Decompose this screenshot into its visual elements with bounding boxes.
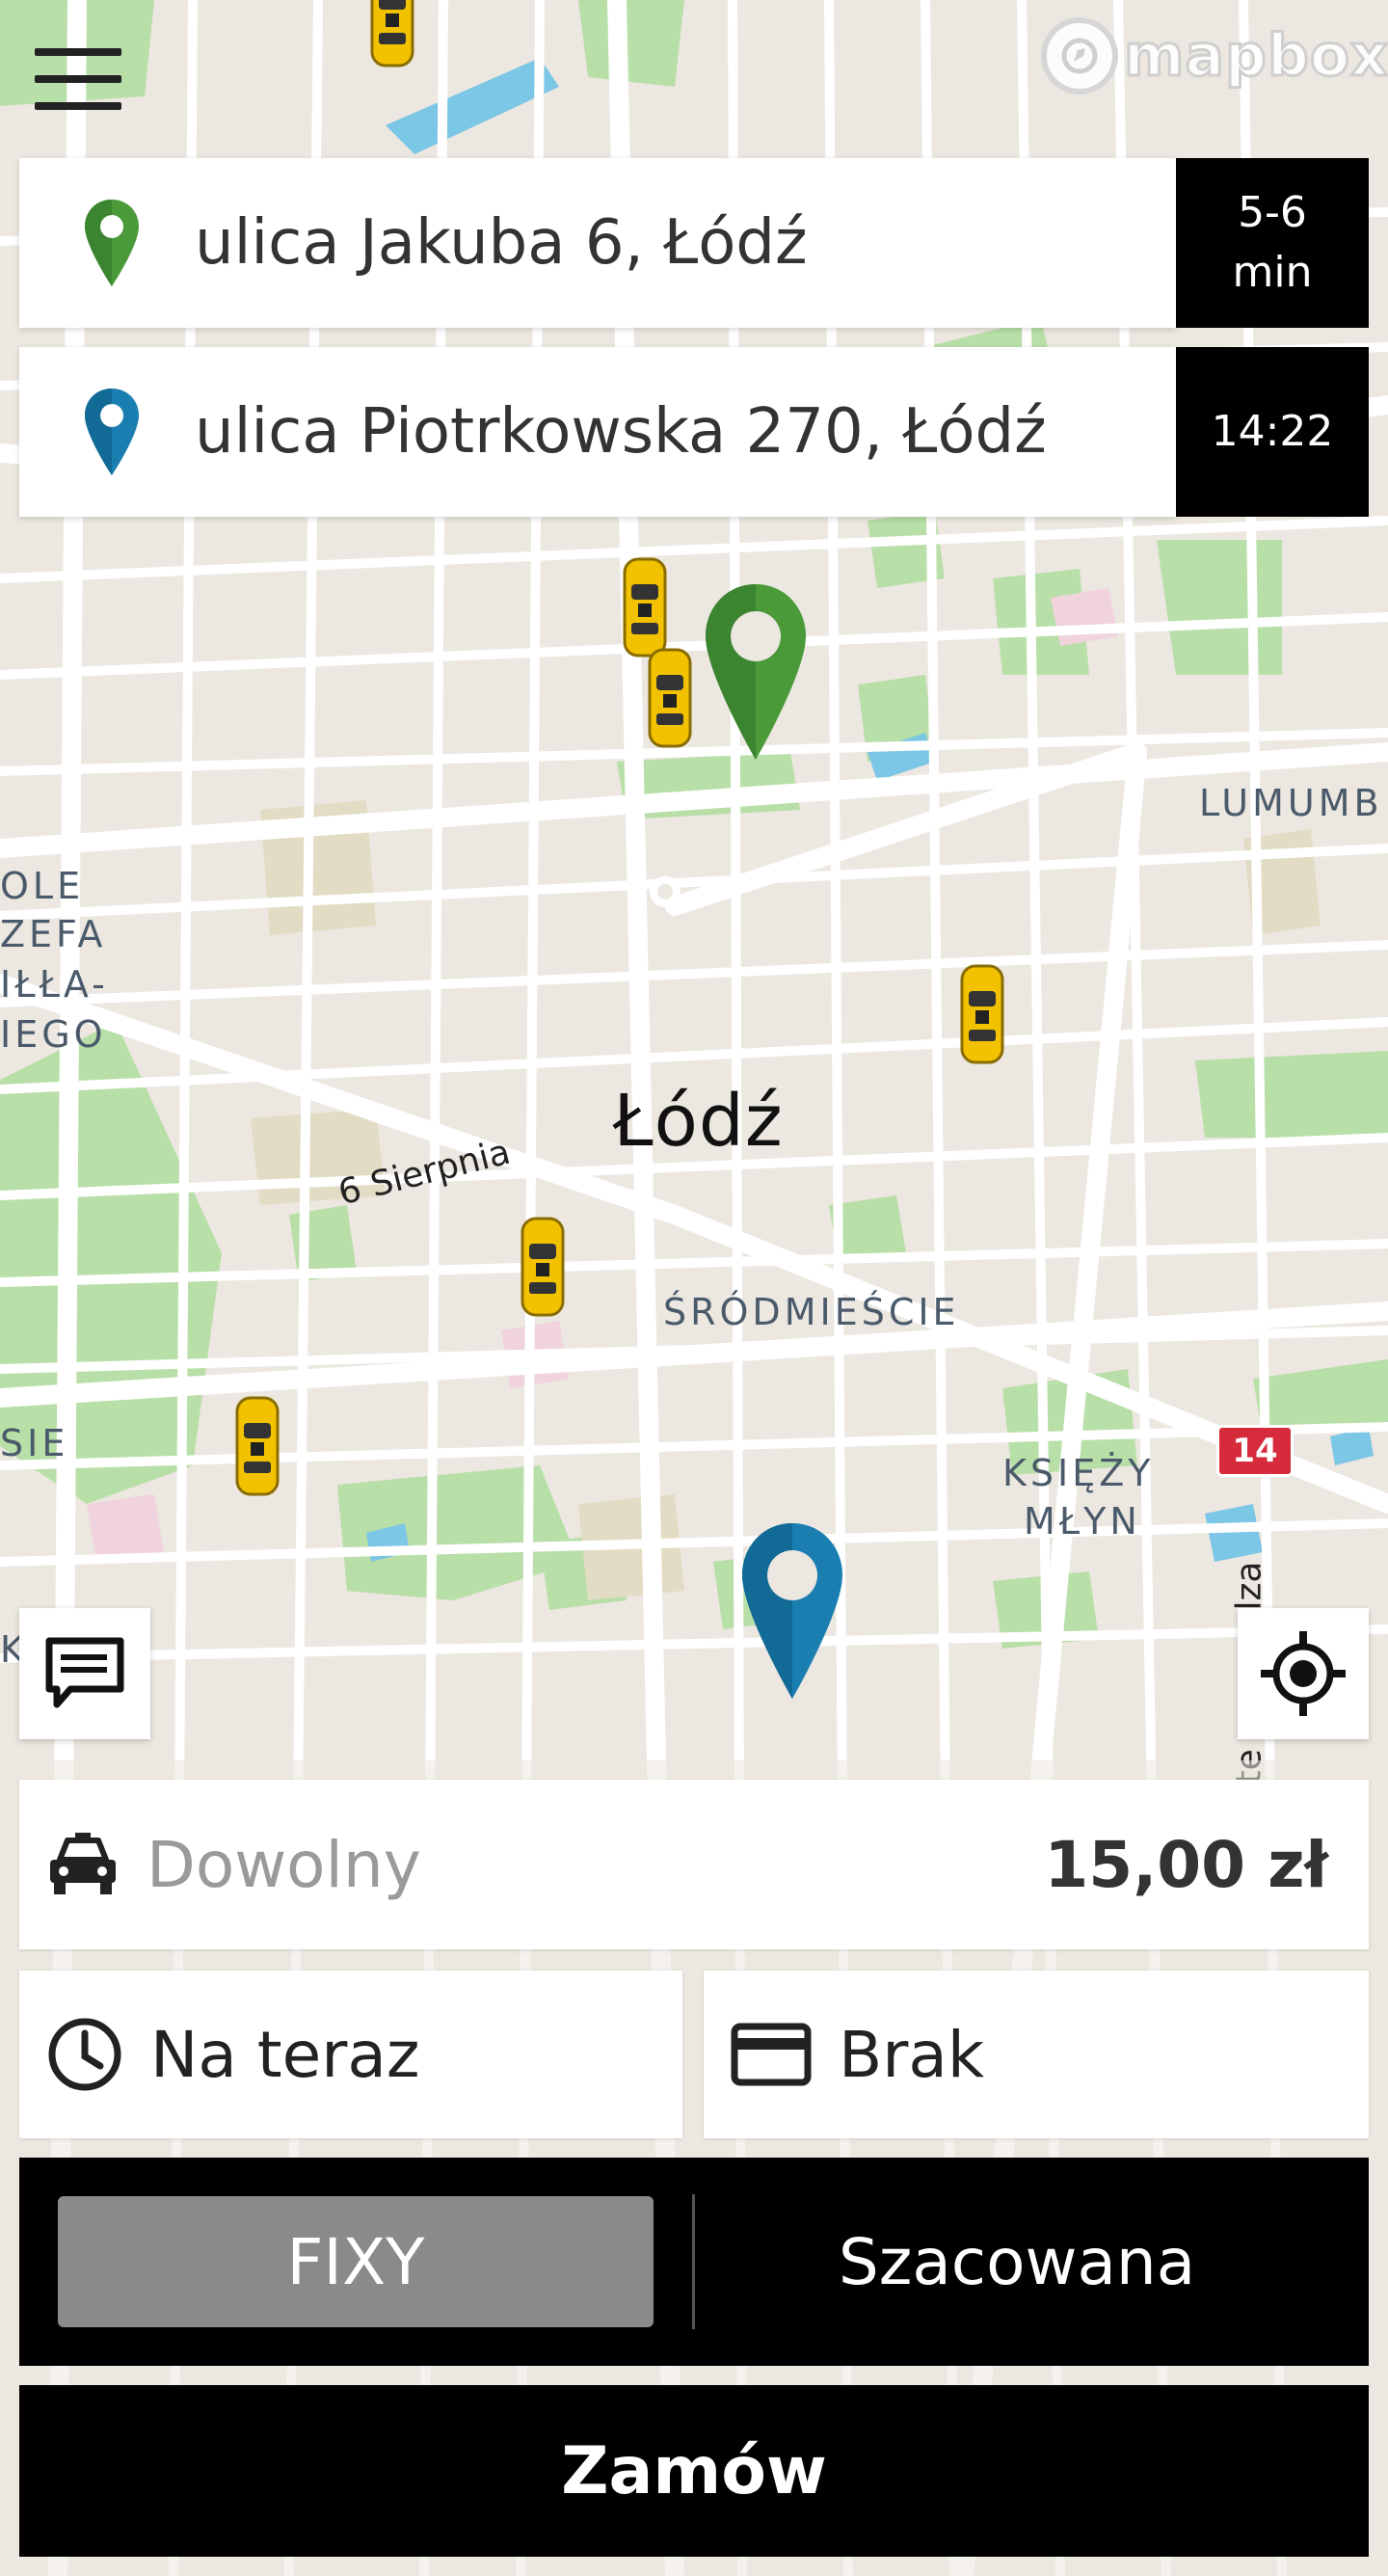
pickup-eta-value: 5-6 — [1238, 188, 1307, 237]
pickup-pin-icon — [73, 198, 150, 288]
pickup-address-row[interactable]: ulica Jakuba 6, Łódź 5-6 min — [19, 158, 1369, 328]
pickup-eta: 5-6 min — [1176, 158, 1369, 328]
mapbox-wordmark: mapbox — [1123, 21, 1388, 92]
toggle-divider — [692, 2194, 695, 2329]
district-label-west: SIE — [0, 1422, 69, 1464]
destination-pin-icon — [73, 387, 150, 477]
hamburger-menu-icon[interactable] — [29, 42, 131, 116]
pickup-address-text: ulica Jakuba 6, Łódź — [195, 207, 808, 279]
payment-label: Brak — [839, 2017, 985, 2092]
chat-button[interactable] — [19, 1608, 150, 1739]
taxi-icon[interactable] — [520, 1217, 565, 1317]
district-label-lumumbowo: LUMUMB — [1199, 782, 1383, 824]
clock-icon — [46, 2016, 123, 2093]
fare-type-toggle: FIXY Szacowana — [19, 2158, 1369, 2366]
destination-map-pin-icon[interactable] — [736, 1519, 848, 1703]
park-label-line-4: IEGO — [0, 1013, 107, 1056]
time-selector[interactable]: Na teraz — [19, 1971, 682, 2138]
destination-address-field[interactable]: ulica Piotrkowska 270, Łódź — [19, 347, 1176, 517]
arrival-time: 14:22 — [1176, 347, 1369, 517]
pickup-address-field[interactable]: ulica Jakuba 6, Łódź — [19, 158, 1176, 328]
city-label: Łódź — [613, 1080, 784, 1163]
fixed-fare-option[interactable]: FIXY — [58, 2196, 654, 2327]
park-label-line-3: IŁŁA- — [0, 963, 109, 1006]
mapbox-logo-icon — [1041, 17, 1118, 94]
taxi-icon[interactable] — [370, 0, 414, 67]
destination-address-text: ulica Piotrkowska 270, Łódź — [195, 396, 1047, 468]
order-button[interactable]: Zamów — [19, 2385, 1369, 2557]
taxi-icon[interactable] — [648, 648, 692, 748]
destination-address-row[interactable]: ulica Piotrkowska 270, Łódź 14:22 — [19, 347, 1369, 517]
chat-bubble-icon — [45, 1637, 124, 1708]
payment-selector[interactable]: Brak — [704, 1971, 1369, 2138]
arrival-time-value: 14:22 — [1211, 407, 1334, 456]
car-icon — [46, 1831, 120, 1898]
district-label-ksiezy-mlyn-2: MŁYN — [1024, 1500, 1141, 1543]
locate-me-button[interactable] — [1238, 1608, 1369, 1739]
street-label-right-1: lza — [1229, 1561, 1269, 1611]
taxi-icon[interactable] — [235, 1396, 280, 1496]
pickup-eta-unit: min — [1232, 248, 1313, 297]
price-value: 15,00 zł — [1044, 1827, 1328, 1902]
vehicle-type-selector[interactable]: Dowolny 15,00 zł — [19, 1780, 1369, 1949]
district-label-srodmiescie: ŚRÓDMIEŚCIE — [663, 1291, 960, 1333]
vehicle-type-label: Dowolny — [147, 1827, 421, 1902]
my-location-icon — [1261, 1631, 1346, 1716]
road-shield-14: 14 — [1216, 1425, 1294, 1477]
mapbox-logo: mapbox — [1041, 15, 1388, 96]
taxi-app-screen: Łódź ŚRÓDMIEŚCIE KSIĘŻY MŁYN LUMUMB OLE … — [0, 0, 1388, 2576]
park-label-line-1: OLE — [0, 865, 85, 907]
time-label: Na teraz — [150, 2017, 420, 2092]
district-label-ksiezy-mlyn-1: KSIĘŻY — [1002, 1452, 1155, 1494]
taxi-icon[interactable] — [960, 964, 1004, 1064]
taxi-icon[interactable] — [623, 557, 667, 657]
estimated-fare-option[interactable]: Szacowana — [696, 2196, 1338, 2327]
credit-card-icon — [731, 2023, 812, 2086]
park-label-line-2: ZEFA — [0, 913, 107, 955]
pickup-map-pin-icon[interactable] — [700, 580, 812, 764]
